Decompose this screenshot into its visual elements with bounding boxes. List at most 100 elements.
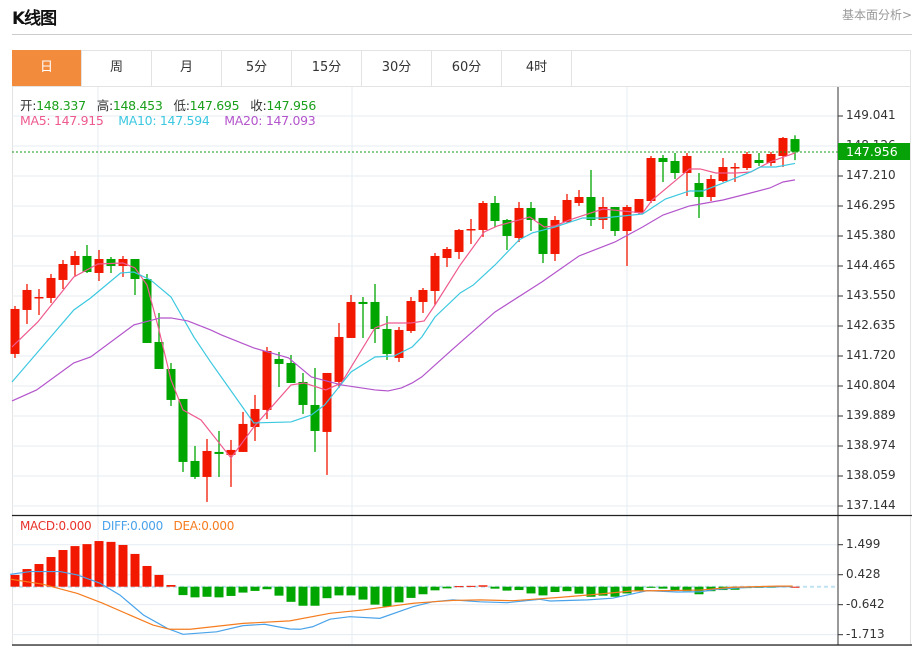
diff-line bbox=[10, 570, 793, 635]
candle-up bbox=[22, 289, 32, 310]
candle-up bbox=[58, 263, 68, 280]
macd-bar bbox=[118, 544, 128, 587]
candle-up bbox=[442, 248, 452, 258]
candle-up bbox=[10, 308, 20, 354]
macd-bar bbox=[418, 586, 428, 595]
candle-up bbox=[514, 207, 524, 238]
candle-down bbox=[586, 197, 596, 220]
y-tick-label: 144.465 bbox=[846, 258, 896, 272]
y-tick-label: 146.295 bbox=[846, 198, 896, 212]
macd-bar bbox=[82, 544, 92, 587]
macd-bar bbox=[370, 586, 380, 605]
macd-bar bbox=[214, 586, 224, 598]
y-tick-label: 142.635 bbox=[846, 318, 896, 332]
candle-up bbox=[478, 203, 488, 230]
macd-info: MACD:0.000 DIFF:0.000 DEA:0.000 bbox=[20, 519, 234, 533]
candle-up bbox=[778, 137, 788, 156]
macd-bar bbox=[442, 586, 452, 589]
candle-up bbox=[250, 408, 260, 427]
macd-bar bbox=[550, 586, 560, 593]
candle-up bbox=[334, 336, 344, 382]
macd-bar bbox=[574, 586, 584, 594]
ma20-legend: MA20: 147.093 bbox=[224, 113, 316, 128]
y-tick-label: 137.144 bbox=[846, 498, 896, 512]
low-value: 147.695 bbox=[189, 98, 240, 113]
candle-down bbox=[190, 460, 200, 477]
y-tick-label: 149.041 bbox=[846, 108, 896, 122]
macd-bar bbox=[166, 585, 176, 587]
candle-down bbox=[358, 301, 368, 304]
macd-bar bbox=[310, 586, 320, 606]
macd-y-tick-label: -1.713 bbox=[846, 626, 885, 641]
macd-y-tick-label: 1.499 bbox=[846, 536, 881, 551]
macd-bar bbox=[322, 586, 332, 599]
y-tick-label: 143.550 bbox=[846, 288, 896, 302]
macd-bar bbox=[238, 586, 248, 593]
high-value: 148.453 bbox=[112, 98, 163, 113]
macd-bar bbox=[334, 586, 344, 596]
macd-bar bbox=[262, 586, 272, 590]
macd-bar bbox=[274, 586, 284, 596]
candle-down bbox=[370, 301, 380, 329]
candle-down bbox=[694, 183, 704, 198]
close-label: 收: bbox=[250, 98, 267, 113]
current-price-tag: 147.956 bbox=[838, 143, 910, 160]
macd-bar bbox=[358, 586, 368, 600]
candle-down bbox=[754, 159, 764, 164]
candle-down bbox=[310, 404, 320, 431]
candle-down bbox=[106, 258, 116, 266]
candle-up bbox=[718, 167, 728, 182]
candle-up bbox=[46, 277, 56, 298]
macd-bar bbox=[562, 586, 572, 592]
open-value: 148.337 bbox=[36, 98, 86, 113]
ma-info: MA5: 147.915 MA10: 147.594 MA20: 147.093 bbox=[20, 113, 316, 128]
y-tick-label: 139.889 bbox=[846, 408, 896, 422]
candle-down bbox=[142, 278, 152, 343]
candle-up bbox=[730, 167, 740, 169]
macd-bar bbox=[406, 586, 416, 598]
ma10-line bbox=[11, 162, 796, 424]
candle-down bbox=[670, 161, 680, 174]
ma5-legend: MA5: 147.915 bbox=[20, 113, 104, 128]
candle-down bbox=[286, 362, 296, 383]
macd-bar bbox=[646, 586, 656, 588]
ma20-line bbox=[11, 179, 796, 402]
candle-up bbox=[94, 258, 104, 273]
macd-bar bbox=[526, 586, 536, 594]
y-tick-label: 140.804 bbox=[846, 378, 896, 392]
candle-up bbox=[634, 199, 644, 214]
macd-bar bbox=[394, 586, 404, 603]
y-tick-label: 138.059 bbox=[846, 468, 896, 482]
candle-up bbox=[202, 450, 212, 477]
macd-bar bbox=[130, 553, 140, 587]
candle-down bbox=[490, 203, 500, 221]
macd-bar bbox=[658, 586, 668, 589]
macd-bar bbox=[514, 586, 524, 591]
macd-bar bbox=[490, 586, 500, 589]
macd-bar bbox=[190, 586, 200, 598]
macd-bar bbox=[226, 586, 236, 596]
candle-down bbox=[214, 451, 224, 454]
macd-y-tick-label: 0.428 bbox=[846, 566, 881, 581]
candle-up bbox=[562, 199, 572, 222]
high-label: 高: bbox=[96, 98, 113, 113]
candle-up bbox=[574, 197, 584, 204]
macd-bar bbox=[142, 565, 152, 587]
macd-bar bbox=[478, 585, 488, 587]
y-tick-label: 147.210 bbox=[846, 168, 896, 182]
open-label: 开: bbox=[20, 98, 37, 113]
candle-up bbox=[34, 296, 44, 299]
macd-bar bbox=[250, 586, 260, 591]
y-tick-label: 145.380 bbox=[846, 228, 896, 242]
candle-down bbox=[658, 157, 668, 162]
macd-bar bbox=[298, 586, 308, 606]
dea-legend: DEA:0.000 bbox=[173, 519, 235, 533]
macd-bar bbox=[154, 574, 164, 587]
y-tick-label: 141.720 bbox=[846, 348, 896, 362]
candle-up bbox=[646, 157, 656, 202]
macd-bar bbox=[454, 586, 464, 588]
ohlc-info: 开:148.337 高:148.453 低:147.695 收:147.956 bbox=[20, 95, 316, 114]
y-tick-label: 138.974 bbox=[846, 438, 896, 452]
macd-bar bbox=[346, 586, 356, 596]
candle-up bbox=[418, 289, 428, 302]
